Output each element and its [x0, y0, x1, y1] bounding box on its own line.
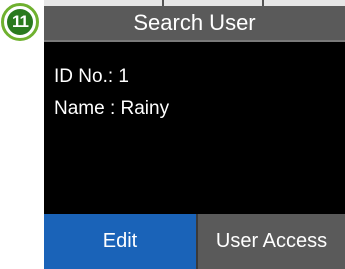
user-info-panel: ID No.: 1 Name : Rainy: [44, 42, 345, 214]
action-button-row: Edit User Access: [44, 214, 345, 269]
page-title: Search User: [133, 10, 256, 35]
user-id-text: ID No.: 1: [54, 66, 129, 87]
title-bar: Search User: [44, 6, 345, 42]
user-name-text: Name : Rainy: [54, 98, 170, 119]
step-number: 11: [7, 9, 33, 35]
step-number-badge: 11: [1, 3, 39, 41]
device-screen: Search User ID No.: 1 Name : Rainy Edit …: [44, 0, 345, 269]
page: 11 Search User ID No.: 1 Name : Rainy Ed…: [0, 0, 345, 269]
user-access-button[interactable]: User Access: [196, 214, 345, 269]
edit-button[interactable]: Edit: [44, 214, 196, 269]
